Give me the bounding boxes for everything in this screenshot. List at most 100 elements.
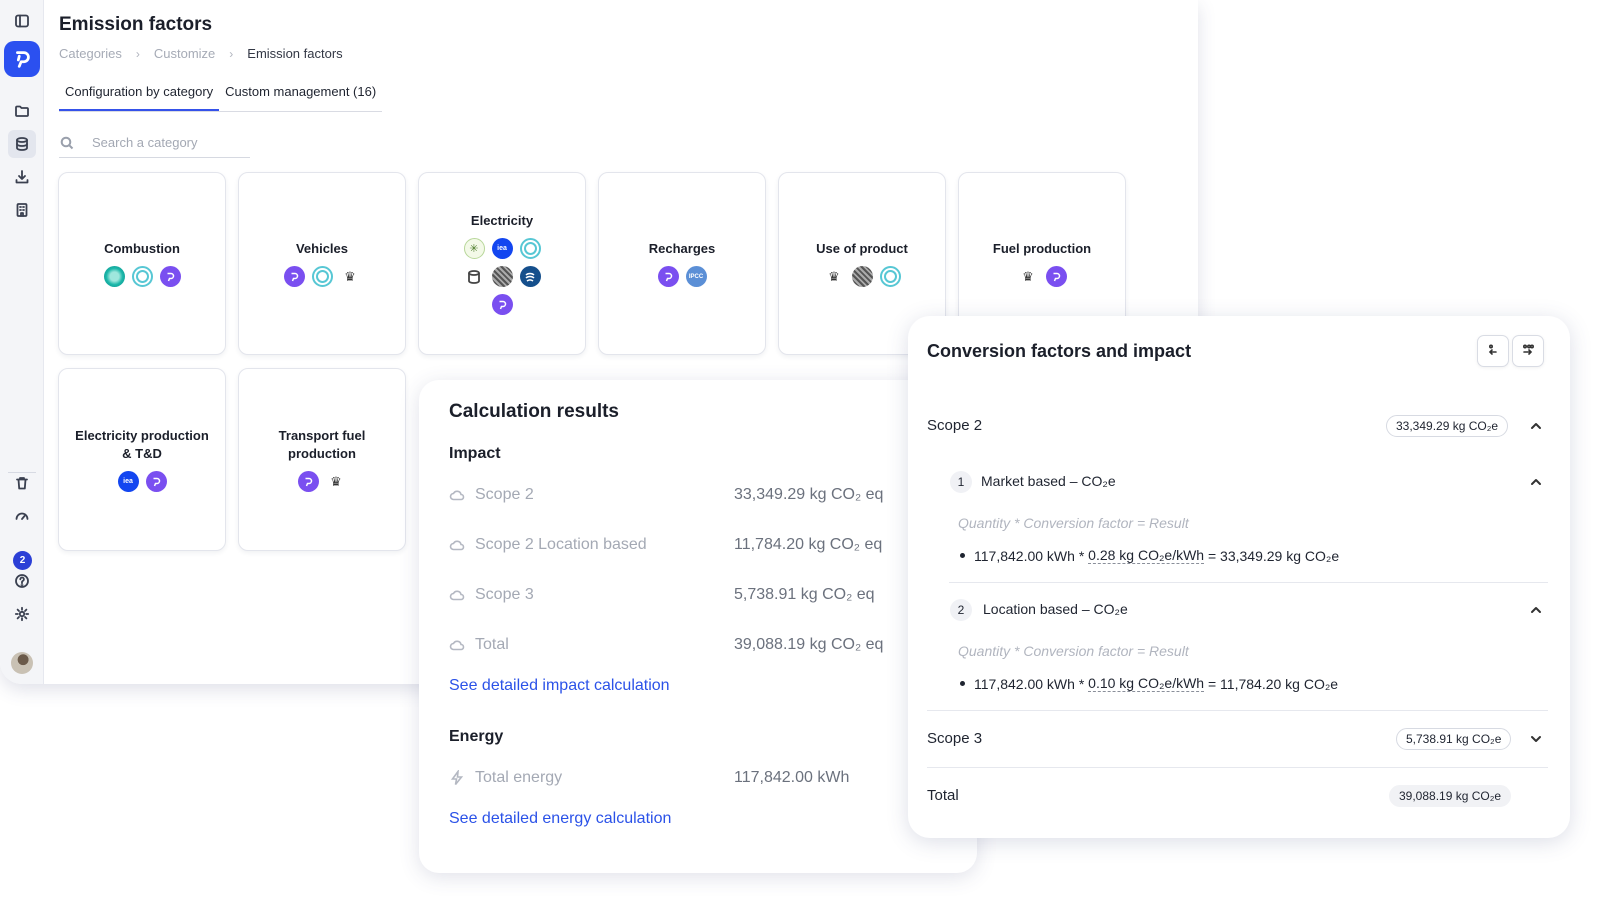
star-source-icon: ✳ bbox=[463, 238, 485, 259]
scope-2-total-pill: 33,349.29 kg CO₂e bbox=[1386, 415, 1509, 437]
tab-bar: Configuration by category Custom managem… bbox=[59, 84, 383, 112]
energy-calculation-link[interactable]: See detailed energy calculation bbox=[449, 810, 671, 828]
card-title: Electricity bbox=[470, 213, 534, 228]
download-icon[interactable] bbox=[11, 166, 33, 188]
gauge-icon[interactable] bbox=[11, 505, 33, 527]
formula-hint: Quantity * Conversion factor = Result bbox=[958, 643, 1189, 659]
impact-row-label: Scope 2 Location based bbox=[449, 536, 647, 554]
help-icon[interactable] bbox=[11, 570, 33, 592]
conversion-title: Conversion factors and impact bbox=[927, 341, 1192, 361]
source-icons: IPCC bbox=[632, 266, 732, 287]
impact-row-value: 5,738.91 kg CO₂ eq bbox=[734, 586, 875, 603]
app-logo[interactable] bbox=[4, 41, 40, 77]
ring-source-icon bbox=[519, 238, 541, 259]
divider bbox=[927, 710, 1548, 711]
source-icons bbox=[92, 266, 192, 287]
item-number-badge: 1 bbox=[950, 471, 972, 493]
trash-icon[interactable] bbox=[11, 472, 33, 494]
database-source-icon bbox=[463, 266, 485, 287]
building-icon[interactable] bbox=[11, 199, 33, 221]
source-icons: iea bbox=[92, 471, 192, 492]
card-title: Transport fuel production bbox=[278, 428, 366, 461]
brand-source-icon bbox=[145, 471, 167, 492]
globe-source-icon bbox=[851, 266, 873, 287]
tab-configuration-by-category[interactable]: Configuration by category bbox=[59, 84, 220, 111]
gear-icon[interactable] bbox=[11, 603, 33, 625]
row-label-text: Total energy bbox=[475, 769, 563, 786]
iea-source-icon: iea bbox=[117, 471, 139, 492]
chevron-up-icon[interactable] bbox=[1529, 603, 1543, 617]
chevron-right-icon: › bbox=[135, 46, 140, 61]
sidebar-toggle-icon[interactable] bbox=[11, 10, 33, 32]
source-icons: ✳ iea bbox=[452, 238, 552, 315]
brand-source-icon bbox=[159, 266, 181, 287]
category-search bbox=[59, 128, 250, 158]
wave-source-icon bbox=[519, 266, 541, 287]
brand-source-icon bbox=[491, 294, 513, 315]
cloud-icon bbox=[449, 540, 465, 551]
user-avatar[interactable] bbox=[11, 652, 33, 674]
search-input[interactable] bbox=[92, 135, 242, 150]
impact-row-value: 39,088.19 kg CO₂ eq bbox=[734, 636, 884, 653]
chevron-up-icon[interactable] bbox=[1529, 475, 1543, 489]
teal-source-icon bbox=[103, 266, 125, 287]
category-card-vehicles[interactable]: Vehicles ♛ bbox=[238, 172, 406, 355]
row-label-text: Scope 2 Location based bbox=[475, 536, 647, 553]
conversion-factors-panel: Conversion factors and impact Scope 2 33… bbox=[908, 316, 1570, 838]
conversion-factor-link[interactable]: 0.28 kg CO₂e/kWh bbox=[1088, 547, 1205, 564]
conversion-factor-link[interactable]: 0.10 kg CO₂e/kWh bbox=[1088, 675, 1205, 692]
impact-row-value: 33,349.29 kg CO₂ eq bbox=[734, 486, 884, 503]
formula-line: 117,842.00 kWh * 0.28 kg CO₂e/kWh = 33,3… bbox=[960, 547, 1339, 564]
impact-row-label: Total bbox=[449, 636, 509, 654]
impact-row-label: Scope 3 bbox=[449, 586, 534, 604]
category-card-electricity[interactable]: Electricity ✳ iea bbox=[418, 172, 586, 355]
energy-heading: Energy bbox=[449, 728, 504, 745]
calculation-results-title: Calculation results bbox=[449, 401, 619, 422]
formula-operator: * bbox=[1078, 675, 1085, 692]
decimal-increase-icon bbox=[1522, 344, 1535, 355]
breadcrumb-categories[interactable]: Categories bbox=[59, 46, 122, 61]
breadcrumb: Categories › Customize › Emission factor… bbox=[59, 46, 343, 61]
impact-calculation-link[interactable]: See detailed impact calculation bbox=[449, 677, 670, 695]
chevron-down-icon[interactable] bbox=[1529, 732, 1543, 746]
card-title: Vehicles bbox=[295, 241, 349, 256]
cloud-icon bbox=[449, 490, 465, 501]
folder-icon[interactable] bbox=[11, 100, 33, 122]
energy-row-label: Total energy bbox=[449, 769, 562, 787]
cloud-icon bbox=[449, 640, 465, 651]
lightning-icon bbox=[450, 770, 464, 785]
tab-custom-management[interactable]: Custom management (16) bbox=[219, 84, 382, 111]
page-title: Emission factors bbox=[59, 14, 213, 35]
ring-source-icon bbox=[311, 266, 333, 287]
formula-operator: * bbox=[1078, 547, 1085, 564]
category-card-combustion[interactable]: Combustion bbox=[58, 172, 226, 355]
category-card-electricity-production[interactable]: Electricity production & T&D iea bbox=[58, 368, 226, 551]
brand-source-icon bbox=[283, 266, 305, 287]
database-icon[interactable] bbox=[8, 130, 36, 158]
chevron-up-icon[interactable] bbox=[1529, 419, 1543, 433]
source-icons: ♛ bbox=[272, 471, 372, 492]
cloud-icon bbox=[449, 590, 465, 601]
brand-source-icon bbox=[657, 266, 679, 287]
notification-badge[interactable]: 2 bbox=[13, 551, 32, 570]
crest-source-icon: ♛ bbox=[823, 266, 845, 287]
item-number-badge: 2 bbox=[950, 599, 972, 621]
row-label-text: Scope 2 bbox=[475, 486, 534, 503]
decimal-decrease-icon bbox=[1488, 344, 1497, 355]
category-card-recharges[interactable]: Recharges IPCC bbox=[598, 172, 766, 355]
ipcc-source-icon: IPCC bbox=[685, 266, 707, 287]
category-card-transport-fuel-production[interactable]: Transport fuel production ♛ bbox=[238, 368, 406, 551]
bullet bbox=[960, 681, 965, 686]
breadcrumb-customize[interactable]: Customize bbox=[154, 46, 215, 61]
increase-decimals-button[interactable] bbox=[1512, 335, 1544, 367]
impact-heading: Impact bbox=[449, 445, 501, 462]
source-icons: ♛ bbox=[272, 266, 372, 287]
ring-source-icon bbox=[131, 266, 153, 287]
globe-source-icon bbox=[491, 266, 513, 287]
decrease-decimals-button[interactable] bbox=[1477, 335, 1509, 367]
crest-source-icon: ♛ bbox=[339, 266, 361, 287]
formula-result: = 33,349.29 kg CO₂e bbox=[1207, 547, 1340, 564]
formula-result: = 11,784.20 kg CO₂e bbox=[1207, 675, 1339, 692]
divider bbox=[949, 582, 1548, 583]
scope-2-label: Scope 2 bbox=[927, 417, 983, 434]
